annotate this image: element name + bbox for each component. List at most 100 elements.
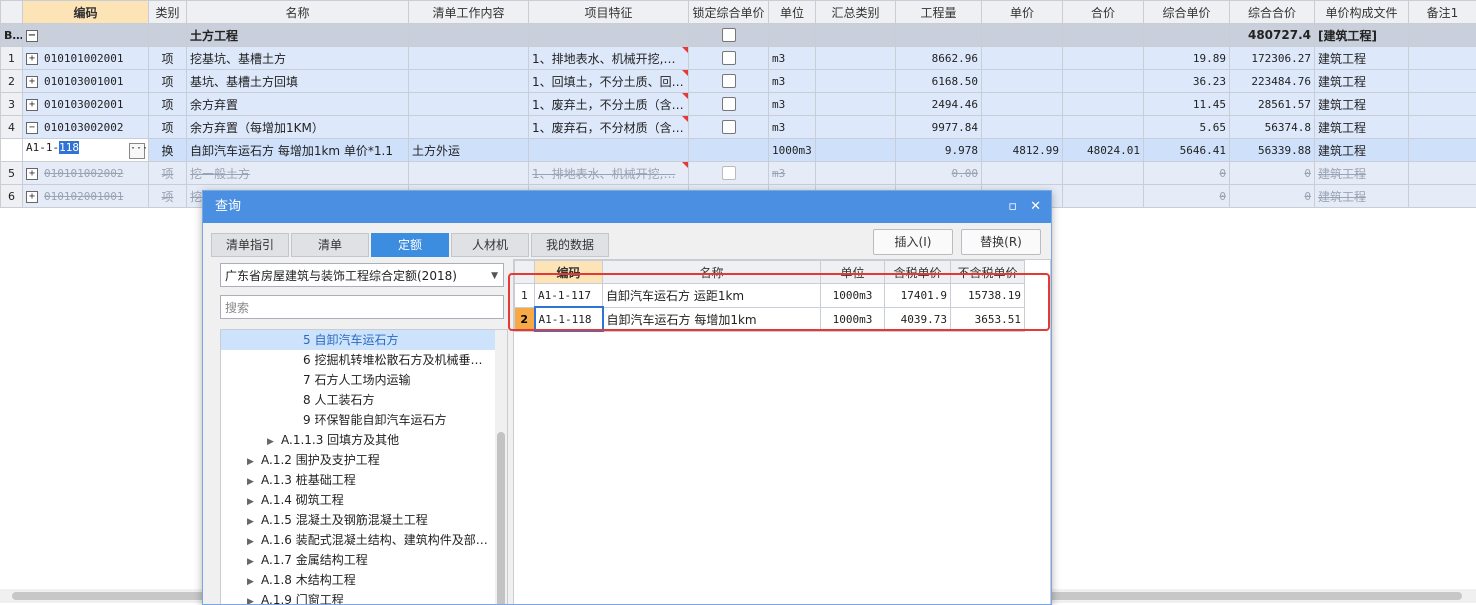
tree-node[interactable]: ▶A.1.4 砌筑工程 [221,490,507,510]
tree-node[interactable]: ▶A.1.8 木结构工程 [221,570,507,590]
row-feature[interactable]: 1、废弃土，不分土质（含… [529,93,689,116]
search-input[interactable]: 搜索 [220,295,504,319]
group-toggle[interactable]: − [23,24,149,47]
tree-node[interactable]: 7 石方人工场内运输 [221,370,507,390]
maximize-icon[interactable]: ▫ [1008,191,1017,223]
col-header-code[interactable]: 编码 [23,1,149,24]
tab-materials[interactable]: 人材机 [451,233,529,257]
tree-node[interactable]: ▶A.1.7 金属结构工程 [221,550,507,570]
lock-checkbox[interactable] [722,120,736,134]
selected-quota-row[interactable]: A1-1-118 ··· 换 自卸汽车运石方 每增加1km 单价*1.1 土方外… [1,139,1476,162]
collapse-icon[interactable]: − [26,122,38,134]
col-header-price[interactable]: 单价 [982,1,1063,24]
expand-icon[interactable]: + [26,191,38,203]
table-row[interactable]: 4 −010103002002 项 余方弃置（每增加1KM） 1、废弃石，不分材… [1,116,1476,139]
tab-bill[interactable]: 清单 [291,233,369,257]
col-header-name[interactable]: 名称 [187,1,409,24]
tree-node[interactable]: ▶A.1.6 装配式混凝土结构、建筑构件及部… [221,530,507,550]
lock-checkbox[interactable] [722,166,736,180]
tree-scrollbar[interactable] [495,330,507,605]
col-header-total[interactable]: 综合合价 [1230,1,1315,24]
lock-checkbox[interactable] [722,51,736,65]
row-qty[interactable]: 9977.84 [896,116,982,139]
result-code[interactable]: A1-1-117 [535,284,603,308]
insert-button[interactable]: 插入(I) [873,229,953,255]
row-feature[interactable]: 1、回填土，不分土质、回… [529,70,689,93]
col-header-feature[interactable]: 项目特征 [529,1,689,24]
replace-button[interactable]: 替换(R) [961,229,1041,255]
chevron-down-icon[interactable]: ▼ [491,264,498,288]
row-qty[interactable]: 2494.46 [896,93,982,116]
col-header-tax-price[interactable]: 含税单价 [885,261,951,284]
table-row[interactable]: 3 +010103002001 项 余方弃置 1、废弃土，不分土质（含… m3 … [1,93,1476,116]
close-icon[interactable]: ✕ [1030,191,1041,223]
col-header-amount[interactable]: 合价 [1063,1,1144,24]
expand-arrow-icon[interactable]: ▶ [267,432,281,452]
col-header-file[interactable]: 单价构成文件 [1315,1,1409,24]
tree-node[interactable]: 5 自卸汽车运石方 [221,330,507,350]
expand-arrow-icon[interactable]: ▶ [247,512,261,532]
result-name[interactable]: 自卸汽车运石方 运距1km [603,284,821,308]
tree-node[interactable]: ▶A.1.5 混凝土及钢筋混凝土工程 [221,510,507,530]
corner-cell[interactable] [1,1,23,24]
row-qty[interactable]: 9.978 [896,139,982,162]
col-header-summary[interactable]: 汇总类别 [816,1,896,24]
expand-icon[interactable]: + [26,99,38,111]
collapse-icon[interactable]: − [26,30,38,42]
row-qty[interactable]: 6168.50 [896,70,982,93]
col-header-type[interactable]: 类别 [149,1,187,24]
group-row[interactable]: B1 − 土方工程 480727.4 [建筑工程] [1,24,1476,47]
tree-node-label: A.1.9 门窗工程 [261,593,344,605]
tree-node[interactable]: ▶A.1.2 围护及支护工程 [221,450,507,470]
table-row[interactable]: 5 +010101002002 项 挖一般土方 1、排地表水、机械开挖,… m3… [1,162,1476,185]
scrollbar-thumb[interactable] [497,432,505,605]
more-options-icon[interactable]: ··· [129,143,145,159]
expand-arrow-icon[interactable]: ▶ [247,532,261,552]
col-header-lock[interactable]: 锁定综合单价 [689,1,769,24]
row-qty[interactable]: 8662.96 [896,47,982,70]
result-name[interactable]: 自卸汽车运石方 每增加1km [603,307,821,331]
expand-arrow-icon[interactable]: ▶ [247,572,261,592]
tree-node[interactable]: ▶A.1.3 桩基础工程 [221,470,507,490]
col-header-work[interactable]: 清单工作内容 [409,1,529,24]
expand-arrow-icon[interactable]: ▶ [247,472,261,492]
col-header-unit[interactable]: 单位 [769,1,816,24]
table-row[interactable]: 2 +010103001001 项 基坑、基槽土方回填 1、回填土，不分土质、回… [1,70,1476,93]
result-row-selected[interactable]: 2 A1-1-118 自卸汽车运石方 每增加1km 1000m3 4039.73… [515,307,1025,331]
expand-icon[interactable]: + [26,168,38,180]
row-feature[interactable]: 1、废弃石，不分材质（含… [529,116,689,139]
lock-checkbox[interactable] [722,97,736,111]
result-row[interactable]: 1 A1-1-117 自卸汽车运石方 运距1km 1000m3 17401.9 … [515,284,1025,308]
row-feature[interactable]: 1、排地表水、机械开挖,… [529,47,689,70]
result-code[interactable]: A1-1-118 [535,307,603,331]
lock-checkbox[interactable] [722,74,736,88]
tree-node[interactable]: 6 挖掘机转堆松散石方及机械垂… [221,350,507,370]
lock-checkbox[interactable] [722,28,736,42]
tree-node[interactable]: 9 环保智能自卸汽车运石方 [221,410,507,430]
expand-icon[interactable]: + [26,76,38,88]
table-row[interactable]: 1 +010101002001 项 挖基坑、基槽土方 1、排地表水、机械开挖,…… [1,47,1476,70]
col-header-unit-price[interactable]: 综合单价 [1144,1,1230,24]
tree-node[interactable]: ▶A.1.1.3 回填方及其他 [221,430,507,450]
col-header-remark[interactable]: 备注1 [1409,1,1476,24]
tab-quota[interactable]: 定额 [371,233,449,257]
code-edit-cell[interactable]: A1-1-118 ··· [23,139,149,162]
expand-arrow-icon[interactable]: ▶ [247,552,261,572]
col-header-unit[interactable]: 单位 [821,261,885,284]
col-header-code[interactable]: 编码 [535,261,603,284]
col-header-name[interactable]: 名称 [603,261,821,284]
tab-bill-guide[interactable]: 清单指引 [211,233,289,257]
tab-my-data[interactable]: 我的数据 [531,233,609,257]
row-qty[interactable]: 0.00 [896,162,982,185]
library-select[interactable]: 广东省房屋建筑与装饰工程综合定额(2018) ▼ [220,263,504,287]
expand-icon[interactable]: + [26,53,38,65]
row-file: 建筑工程 [1315,162,1409,185]
expand-arrow-icon[interactable]: ▶ [247,592,261,605]
expand-arrow-icon[interactable]: ▶ [247,452,261,472]
tree-node[interactable]: 8 人工装石方 [221,390,507,410]
col-header-qty[interactable]: 工程量 [896,1,982,24]
col-header-notax-price[interactable]: 不含税单价 [951,261,1025,284]
expand-arrow-icon[interactable]: ▶ [247,492,261,512]
dialog-title-bar[interactable]: 查询 ▫ ✕ [203,191,1051,223]
row-feature[interactable]: 1、排地表水、机械开挖,… [529,162,689,185]
